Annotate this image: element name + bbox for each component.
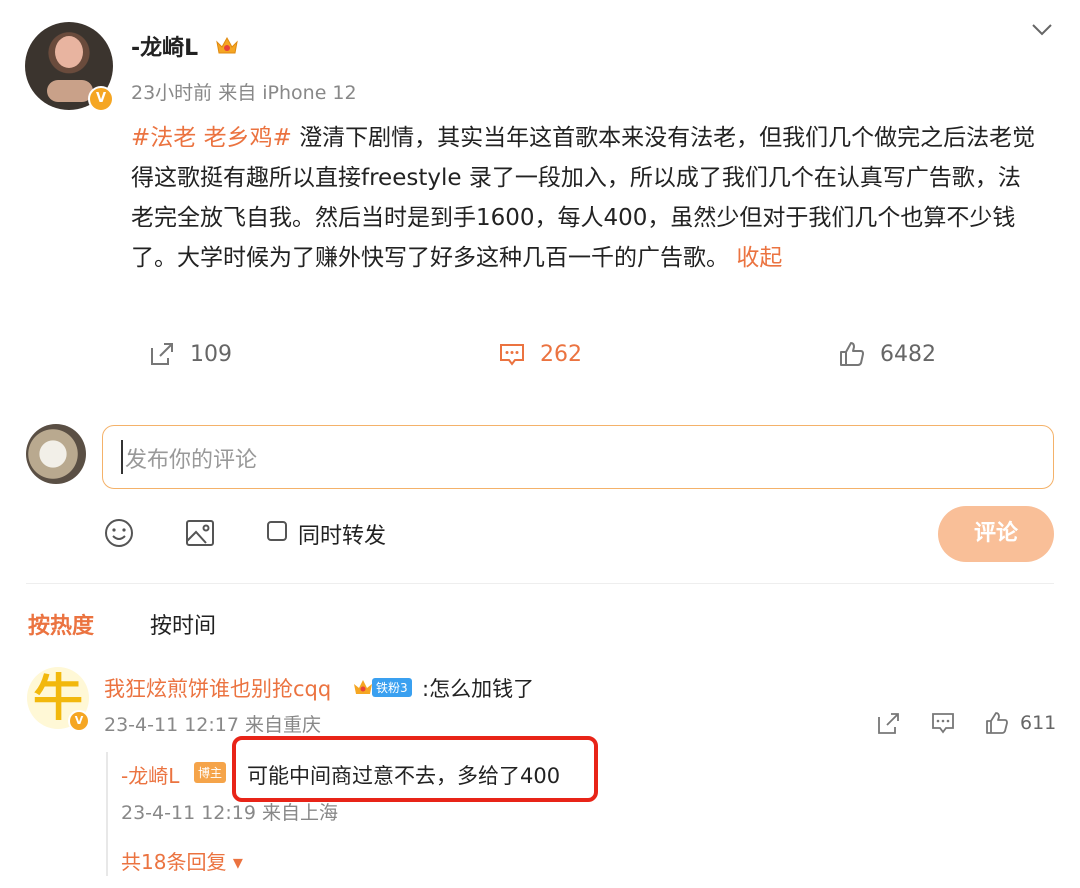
comment-text: :怎么加钱了 <box>422 677 535 701</box>
repost-checkbox-label[interactable]: 同时转发 <box>298 518 386 550</box>
repost-count: 109 <box>190 341 232 367</box>
chevron-down-icon[interactable] <box>1030 22 1054 38</box>
divider <box>26 583 1054 584</box>
reply-thread-bar <box>106 752 108 876</box>
comment-like-count: 611 <box>1020 712 1057 734</box>
post-body: #法老 老乡鸡# 澄清下剧情，其实当年这首歌本来没有法老，但我们几个做完之后法老… <box>131 118 1041 278</box>
my-avatar <box>26 424 86 484</box>
thumbs-up-icon <box>986 712 1008 734</box>
more-replies-label: 共18条回复 <box>121 850 227 874</box>
tab-sort-time[interactable]: 按时间 <box>150 608 216 640</box>
author-name[interactable]: -龙崎L <box>131 30 198 62</box>
commenter-name[interactable]: 我狂炫煎饼谁也别抢cqq <box>104 673 331 703</box>
collapse-link[interactable]: 收起 <box>736 245 782 271</box>
repost-icon <box>878 713 899 734</box>
emoji-icon[interactable] <box>103 517 135 549</box>
commenter-verified-icon: V <box>68 710 90 732</box>
comment-icon <box>932 713 954 734</box>
like-count: 6482 <box>880 341 936 367</box>
thumbs-up-icon <box>840 342 864 366</box>
post-meta: 23小时前 来自 iPhone 12 <box>131 82 357 104</box>
comment-icon <box>500 344 524 366</box>
like-button[interactable]: 6482 <box>838 340 936 368</box>
repost-button[interactable]: 109 <box>148 340 232 368</box>
comment-placeholder: 发布你的评论 <box>125 448 258 473</box>
comment-like-button[interactable]: 611 <box>984 710 1056 736</box>
comment-reply-button[interactable] <box>930 710 956 736</box>
comment-input[interactable]: 发布你的评论 <box>102 425 1054 489</box>
reply-time: 23-4-11 12:19 来自上海 <box>121 802 338 824</box>
crown-icon <box>216 36 238 54</box>
hashtag-link[interactable]: #法老 老乡鸡# <box>131 125 292 151</box>
comment-time: 23-4-11 12:17 来自重庆 <box>104 714 321 736</box>
comment-count: 262 <box>540 341 582 367</box>
repost-icon <box>151 343 173 365</box>
highlight-box <box>232 736 598 802</box>
comment-repost-button[interactable] <box>876 710 902 736</box>
reply-author[interactable]: -龙崎L <box>121 760 179 789</box>
tab-sort-hot[interactable]: 按热度 <box>28 608 94 640</box>
more-replies-link[interactable]: 共18条回复 ▾ <box>121 846 243 875</box>
verified-badge-icon: V <box>88 86 114 112</box>
fan-crown-icon <box>354 680 372 694</box>
fan-badge: 铁粉3 <box>352 676 412 698</box>
host-badge: 博主 <box>194 762 227 783</box>
submit-comment-button[interactable]: 评论 <box>938 506 1054 562</box>
caret-down-icon: ▾ <box>232 850 243 874</box>
fan-level: 铁粉3 <box>372 677 412 697</box>
image-icon[interactable] <box>184 517 216 549</box>
repost-checkbox[interactable] <box>267 521 287 541</box>
comment-button[interactable]: 262 <box>498 340 582 368</box>
